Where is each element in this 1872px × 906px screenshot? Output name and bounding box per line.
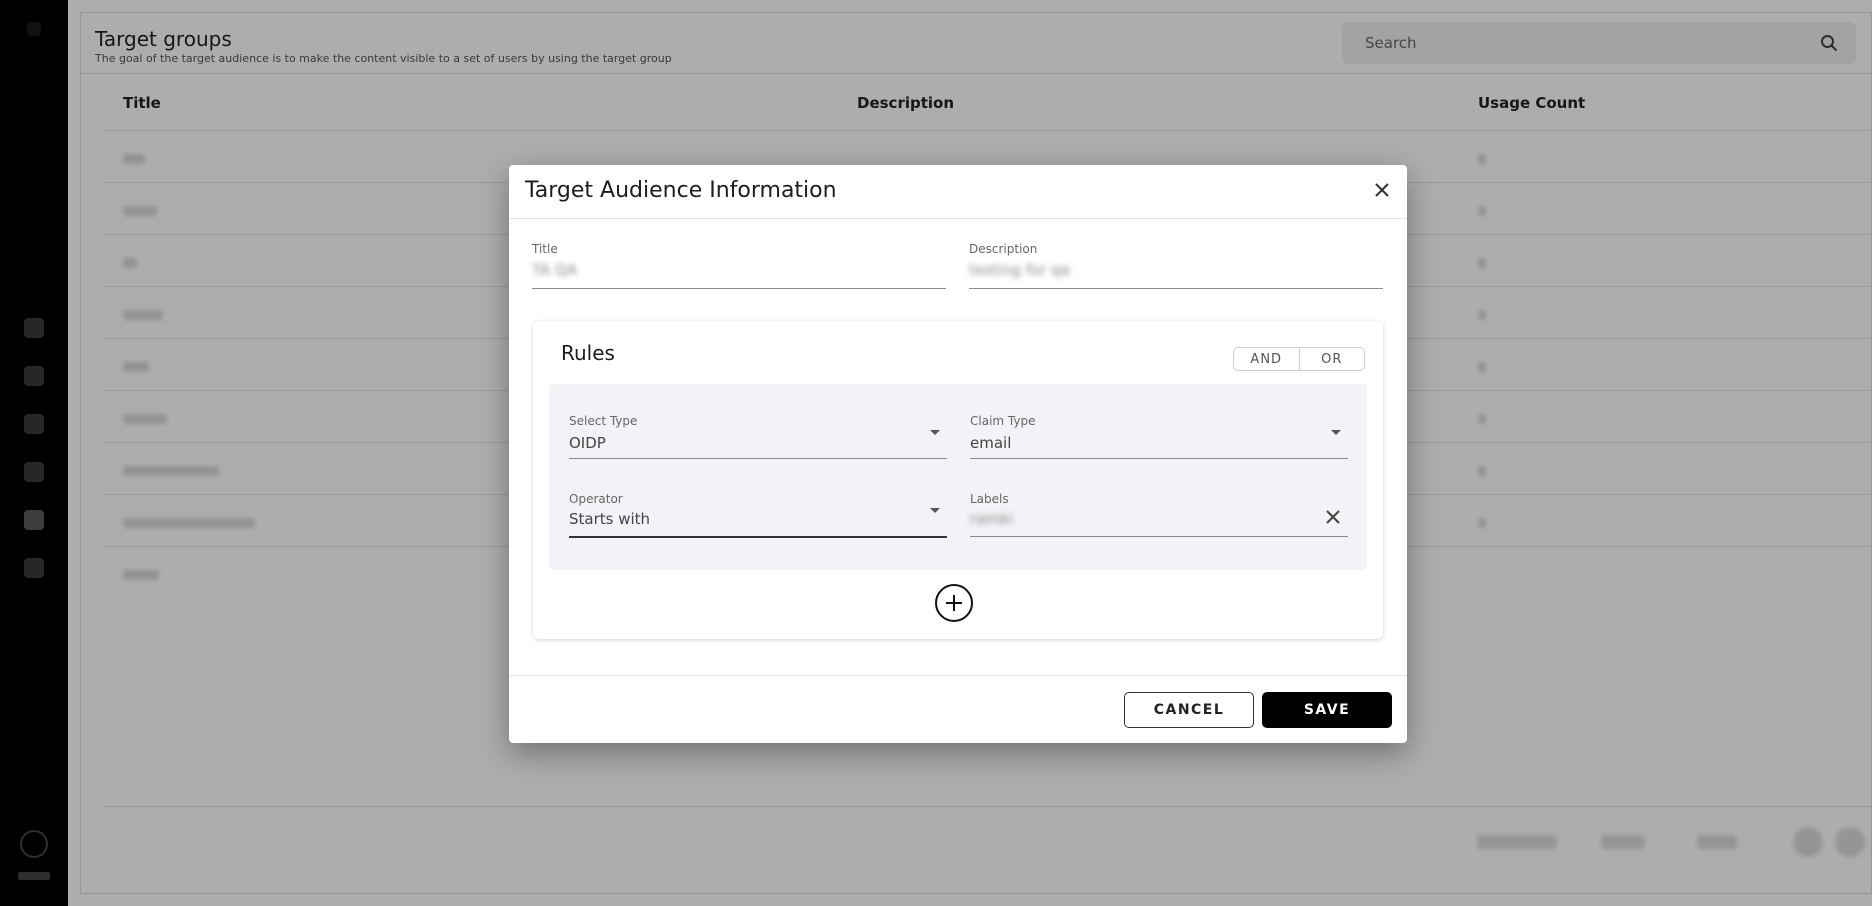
chevron-down-icon[interactable] [930, 508, 940, 513]
rules-heading: Rules [561, 341, 615, 365]
operator-label: Operator [569, 492, 623, 506]
save-button[interactable]: SAVE [1262, 692, 1392, 728]
dialog-title: Target Audience Information [525, 178, 837, 203]
dialog-header-divider [509, 218, 1407, 219]
claim-type-label: Claim Type [970, 414, 1036, 428]
cancel-button[interactable]: CANCEL [1124, 692, 1254, 728]
operator-value[interactable]: Starts with [569, 510, 650, 528]
chevron-down-icon[interactable] [1331, 430, 1341, 435]
labels-underline [970, 536, 1348, 537]
chevron-down-icon[interactable] [930, 430, 940, 435]
target-audience-dialog: Target Audience Information Title TA QA … [509, 165, 1407, 743]
dialog-footer-divider [509, 675, 1407, 676]
clear-icon[interactable] [1324, 508, 1342, 526]
and-toggle-button[interactable]: AND [1234, 348, 1299, 370]
description-field-label: Description [969, 242, 1038, 256]
rule-logic-toggle[interactable]: AND OR [1233, 347, 1365, 371]
select-type-underline [569, 458, 947, 459]
add-rule-button[interactable] [935, 584, 973, 622]
labels-value[interactable]: ramki [970, 510, 1013, 528]
title-field-underline [532, 288, 946, 289]
operator-underline [569, 536, 947, 538]
select-type-value[interactable]: OIDP [569, 434, 606, 452]
title-field-label: Title [532, 242, 558, 256]
title-field-value[interactable]: TA QA [532, 261, 577, 279]
claim-type-underline [970, 458, 1348, 459]
close-icon[interactable] [1371, 179, 1393, 201]
rule-item: Select Type OIDP Claim Type email Operat… [549, 384, 1367, 570]
claim-type-value[interactable]: email [970, 434, 1011, 452]
description-field-underline [969, 288, 1383, 289]
plus-icon [946, 595, 962, 611]
select-type-label: Select Type [569, 414, 638, 428]
description-field-value[interactable]: testing for qa [969, 261, 1070, 279]
labels-label: Labels [970, 492, 1009, 506]
rules-card: Rules AND OR Select Type OIDP Claim Type… [533, 321, 1383, 639]
or-toggle-button[interactable]: OR [1298, 348, 1365, 370]
